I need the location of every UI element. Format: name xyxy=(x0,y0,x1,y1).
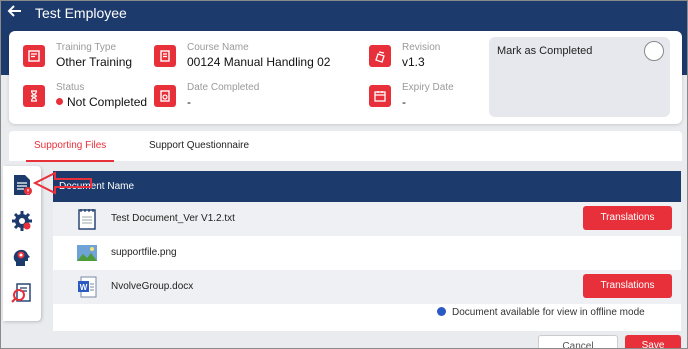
arrow-left-icon xyxy=(7,5,21,17)
table-row[interactable]: supportfile.png xyxy=(53,236,681,270)
image-file-icon xyxy=(77,245,97,261)
mark-completed-toggle[interactable] xyxy=(644,41,664,61)
offline-note: Document available for view in offline m… xyxy=(437,306,645,318)
document-name[interactable]: NvolveGroup.docx xyxy=(111,281,193,292)
head-gear-icon[interactable] xyxy=(11,246,33,268)
date-completed-value: - xyxy=(187,95,191,109)
tab-supporting-files[interactable]: Supporting Files xyxy=(25,140,115,162)
date-completed-label: Date Completed xyxy=(187,82,260,93)
translations-button[interactable]: Translations xyxy=(583,274,672,298)
course-name-value: 00124 Manual Handling 02 xyxy=(187,55,331,69)
date-completed-icon xyxy=(154,85,176,107)
status-text: Not Completed xyxy=(67,95,148,109)
revision-label: Revision xyxy=(402,42,441,53)
mark-completed-panel: Mark as Completed xyxy=(489,37,670,117)
documents-table: Document Name Test Document_Ver V1.2.txt… xyxy=(53,171,681,331)
svg-text:W: W xyxy=(80,283,88,292)
table-header: Document Name xyxy=(53,171,681,202)
save-button[interactable]: Save xyxy=(625,335,681,348)
footer-actions: Cancel Save xyxy=(53,331,681,348)
revision-value: v1.3 xyxy=(402,55,425,69)
notepad-icon xyxy=(78,209,96,230)
mark-completed-label: Mark as Completed xyxy=(497,45,593,57)
document-name[interactable]: supportfile.png xyxy=(111,247,177,258)
tab-bar: Supporting Files Support Questionnaire xyxy=(9,131,682,162)
training-type-icon xyxy=(23,45,45,67)
app-frame: Test Employee Training Type Other Traini… xyxy=(0,0,688,349)
translations-button[interactable]: Translations xyxy=(583,206,672,230)
course-icon xyxy=(154,45,176,67)
table-row[interactable]: Test Document_Ver V1.2.txt Translations xyxy=(53,202,681,236)
search-document-icon[interactable] xyxy=(11,282,33,304)
expiry-date-label: Expiry Date xyxy=(402,82,454,93)
course-name-label: Course Name xyxy=(187,42,249,53)
word-file-icon: W xyxy=(78,276,97,298)
table-row[interactable]: W NvolveGroup.docx Translations xyxy=(53,270,681,304)
status-dot xyxy=(56,98,63,106)
back-button[interactable] xyxy=(7,3,25,21)
offline-note-text: Document available for view in offline m… xyxy=(452,307,645,318)
status-label: Status xyxy=(56,82,85,93)
page-title: Test Employee xyxy=(35,5,127,21)
annotation-arrow-icon xyxy=(33,171,92,195)
status-value: Not Completed xyxy=(56,95,147,109)
training-type-label: Training Type xyxy=(56,42,117,53)
gear-icon[interactable] xyxy=(11,210,33,232)
training-type-value: Other Training xyxy=(56,55,133,69)
tab-support-questionnaire[interactable]: Support Questionnaire xyxy=(149,140,249,151)
calendar-icon xyxy=(369,85,391,107)
offline-indicator-icon xyxy=(437,306,446,316)
cancel-button[interactable]: Cancel xyxy=(538,335,618,348)
hourglass-icon xyxy=(23,85,45,107)
document-icon[interactable] xyxy=(11,174,33,196)
document-name[interactable]: Test Document_Ver V1.2.txt xyxy=(111,213,235,224)
revision-icon xyxy=(369,45,391,67)
expiry-date-value: - xyxy=(402,95,406,109)
training-details-card: Training Type Other Training Course Name… xyxy=(9,31,682,124)
